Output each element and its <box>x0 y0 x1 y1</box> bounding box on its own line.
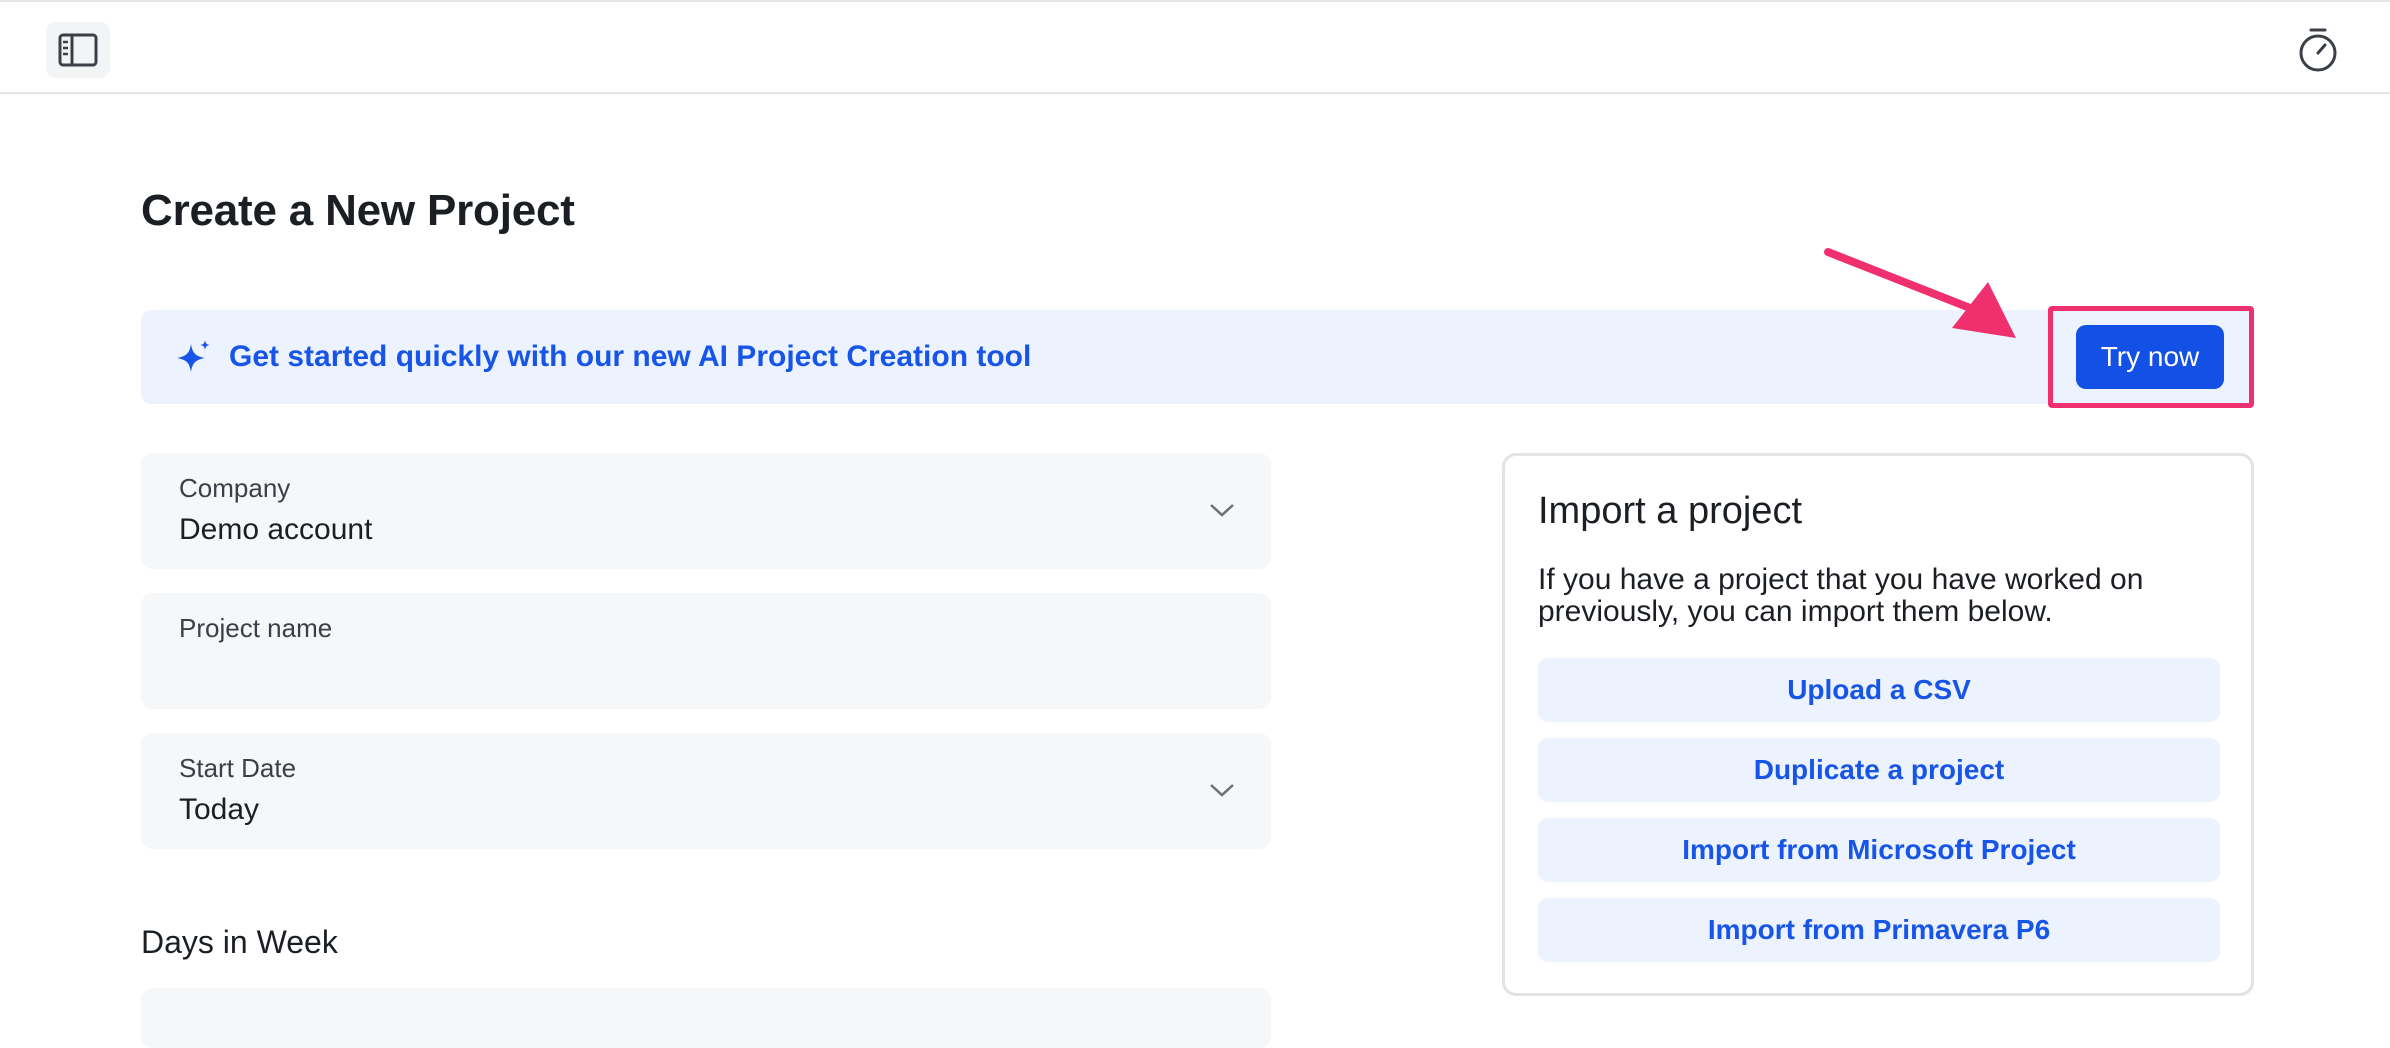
days-in-week-label: Days in Week <box>141 924 338 960</box>
chevron-down-icon <box>1210 784 1234 797</box>
start-date-label: Start Date <box>179 753 297 783</box>
company-value: Demo account <box>179 513 373 546</box>
project-name-field[interactable]: Project name <box>141 593 1271 709</box>
company-select[interactable]: Company Demo account <box>141 453 1271 569</box>
upload-csv-button[interactable]: Upload a CSV <box>1538 658 2220 722</box>
start-date-value: Today <box>179 793 260 826</box>
timer-button[interactable] <box>2290 22 2346 78</box>
sidebar-toggle-button[interactable] <box>46 22 110 78</box>
ai-banner-text: Get started quickly with our new AI Proj… <box>229 340 1032 373</box>
import-primavera-p6-button[interactable]: Import from Primavera P6 <box>1538 898 2220 962</box>
project-name-label: Project name <box>179 613 333 643</box>
company-label: Company <box>179 473 291 503</box>
import-microsoft-project-button[interactable]: Import from Microsoft Project <box>1538 818 2220 882</box>
sidebar-toggle-icon <box>58 33 98 67</box>
import-project-card: Import a project If you have a project t… <box>1502 453 2254 996</box>
chevron-down-icon <box>1210 504 1234 517</box>
top-bar <box>0 0 2390 94</box>
try-now-button[interactable]: Try now <box>2076 325 2224 389</box>
page-title: Create a New Project <box>141 186 575 235</box>
stopwatch-icon <box>2299 28 2337 72</box>
days-in-week-field[interactable] <box>141 988 1271 1048</box>
sparkle-icon <box>177 340 210 372</box>
start-date-select[interactable]: Start Date Today <box>141 733 1271 849</box>
import-card-title: Import a project <box>1538 490 1802 532</box>
import-card-description: If you have a project that you have work… <box>1538 563 2144 628</box>
duplicate-project-button[interactable]: Duplicate a project <box>1538 738 2220 802</box>
annotation-arrow-icon <box>1824 248 2016 338</box>
